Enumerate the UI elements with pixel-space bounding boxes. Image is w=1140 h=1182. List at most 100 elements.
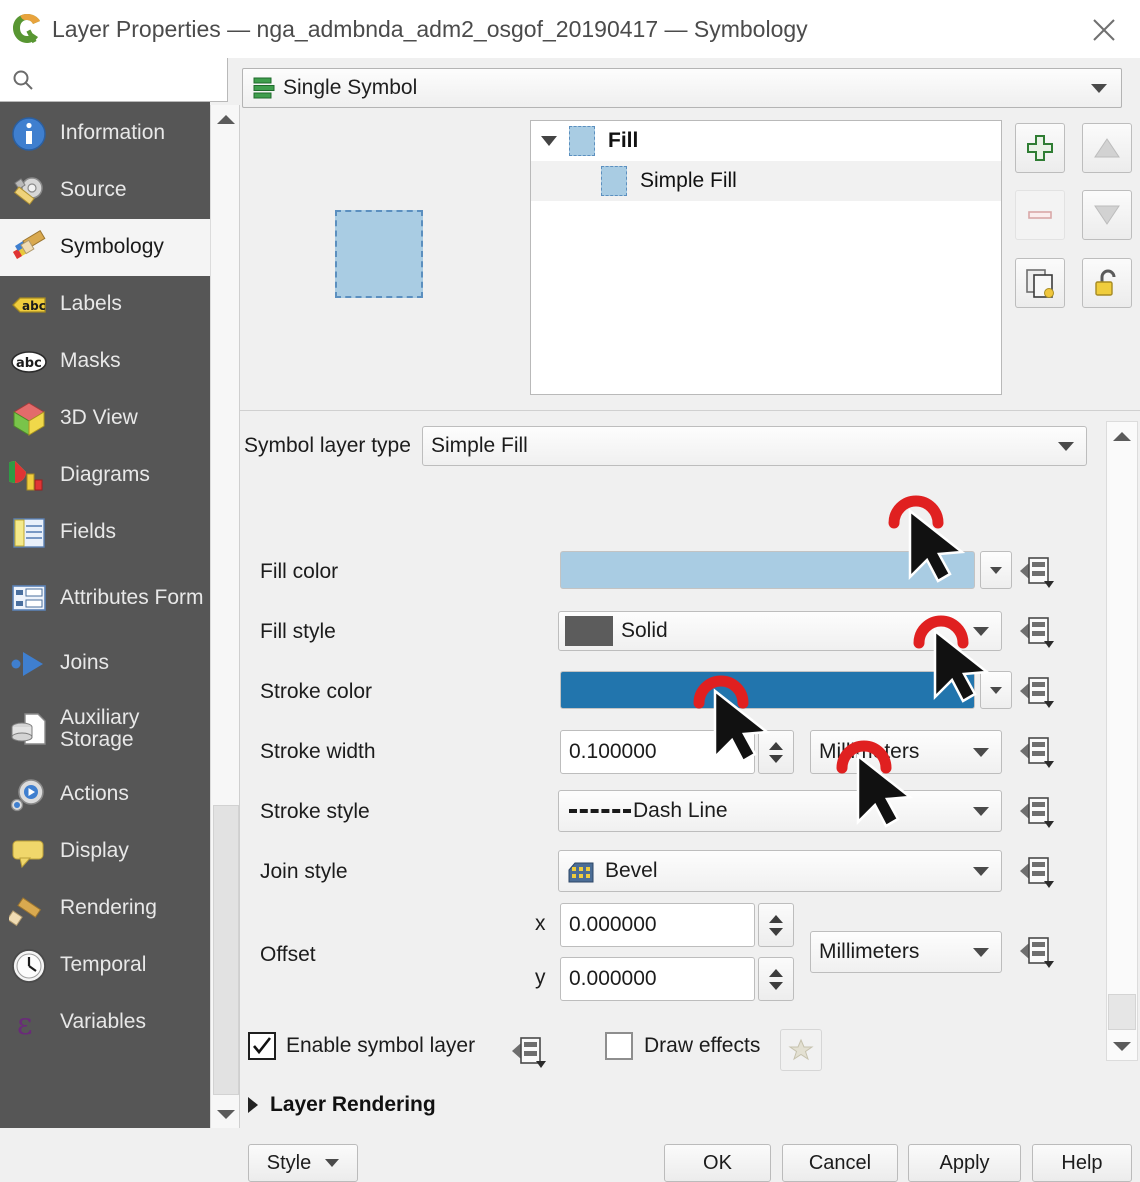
qgis-logo-icon <box>10 12 44 46</box>
offset-x-stepper[interactable] <box>758 903 794 947</box>
stroke-width-data-defined-override-button[interactable] <box>1018 734 1058 770</box>
sidebar-scrollbar[interactable] <box>210 105 240 1128</box>
chevron-down-icon <box>990 567 1002 574</box>
stroke-style-combo[interactable]: Dash Line <box>558 790 1002 832</box>
add-symbol-layer-button[interactable] <box>1015 123 1065 173</box>
fill-style-combo[interactable]: Solid <box>558 611 1002 651</box>
sidebar-item-3d-view[interactable]: 3D View <box>0 390 210 447</box>
fill-color-dropdown-button[interactable] <box>980 551 1012 589</box>
tree-row-simple-fill[interactable]: Simple Fill <box>531 161 1001 201</box>
form-scrollbar[interactable] <box>1106 421 1138 1061</box>
close-window-button[interactable] <box>1082 8 1126 52</box>
star-effects-icon <box>788 1037 814 1063</box>
stroke-width-stepper[interactable] <box>758 730 794 774</box>
tree-row-fill[interactable]: Fill <box>531 121 1001 161</box>
form-scroll-up-button[interactable] <box>1107 422 1137 450</box>
stroke-width-unit-combo[interactable]: Millimeters <box>810 730 1002 774</box>
apply-button[interactable]: Apply <box>908 1144 1021 1182</box>
dash-line-preview-icon <box>569 809 631 813</box>
join-style-data-defined-override-button[interactable] <box>1018 854 1058 890</box>
sidebar-scroll-down-button[interactable] <box>211 1100 241 1128</box>
data-defined-override-icon <box>1018 934 1058 970</box>
symbol-layer-options-row: Enable symbol layer Draw effects <box>240 1026 1140 1070</box>
fill-style-data-defined-override-button[interactable] <box>1018 614 1058 650</box>
fill-color-data-defined-override-button[interactable] <box>1018 554 1058 590</box>
stroke-color-swatch[interactable] <box>560 671 975 709</box>
plus-icon <box>1025 133 1055 163</box>
chevron-down-icon[interactable] <box>541 136 557 146</box>
sidebar-item-rendering[interactable]: Rendering <box>0 880 210 937</box>
label-stroke-style: Stroke style <box>260 800 370 824</box>
help-button[interactable]: Help <box>1032 1144 1132 1182</box>
layer-rendering-section-toggle[interactable]: Layer Rendering <box>248 1093 436 1117</box>
move-up-button[interactable] <box>1082 123 1132 173</box>
offset-y-field[interactable] <box>560 957 755 1001</box>
auxiliary-storage-icon <box>8 708 50 750</box>
ok-button[interactable]: OK <box>664 1144 771 1182</box>
style-menu-button[interactable]: Style <box>248 1144 358 1182</box>
fill-style-swatch <box>565 616 613 646</box>
apply-button-label: Apply <box>939 1152 989 1175</box>
sidebar-item-diagrams[interactable]: Diagrams <box>0 447 210 504</box>
enable-symbol-layer-data-defined-override-button[interactable] <box>510 1034 550 1070</box>
offset-x-field[interactable] <box>560 903 755 947</box>
stepper-up-icon[interactable] <box>769 742 783 750</box>
label-fill-color: Fill color <box>260 560 338 584</box>
sidebar-search-box[interactable] <box>0 58 228 102</box>
stepper-down-icon[interactable] <box>769 755 783 763</box>
symbology-panel: Single Symbol Fill Simple Fill <box>240 58 1140 1128</box>
sidebar-search-input[interactable] <box>40 66 265 94</box>
form-scroll-thumb[interactable] <box>1108 994 1136 1030</box>
sidebar-item-variables[interactable]: ε Variables <box>0 994 210 1051</box>
sidebar-item-display[interactable]: Display <box>0 823 210 880</box>
sidebar-item-source[interactable]: Source <box>0 162 210 219</box>
stepper-down-icon[interactable] <box>769 928 783 936</box>
stepper-up-icon[interactable] <box>769 969 783 977</box>
sidebar-item-joins[interactable]: Joins <box>0 635 210 692</box>
svg-text:abc: abc <box>22 299 46 313</box>
draw-effects-checkbox[interactable] <box>605 1032 633 1060</box>
sidebar-item-labels[interactable]: abc Labels <box>0 276 210 333</box>
stroke-width-input[interactable] <box>561 731 754 773</box>
offset-y-input[interactable] <box>561 958 754 1000</box>
3d-view-cube-icon <box>8 398 50 440</box>
sidebar-item-information[interactable]: Information <box>0 105 210 162</box>
move-down-button[interactable] <box>1082 190 1132 240</box>
sidebar-scroll-thumb[interactable] <box>213 805 239 1095</box>
sidebar-item-masks[interactable]: abc Masks <box>0 333 210 390</box>
stroke-width-field[interactable] <box>560 730 755 774</box>
offset-unit-combo[interactable]: Millimeters <box>810 931 1002 973</box>
sidebar-item-fields[interactable]: Fields <box>0 504 210 561</box>
sidebar-item-attributes-form[interactable]: Attributes Form <box>0 561 210 635</box>
stepper-down-icon[interactable] <box>769 982 783 990</box>
stroke-color-dropdown-button[interactable] <box>980 671 1012 709</box>
help-button-label: Help <box>1061 1152 1102 1175</box>
stepper-up-icon[interactable] <box>769 915 783 923</box>
symbol-swatch <box>569 126 595 156</box>
stroke-color-data-defined-override-button[interactable] <box>1018 674 1058 710</box>
sidebar-item-label: Symbology <box>60 236 164 258</box>
offset-data-defined-override-button[interactable] <box>1018 934 1058 970</box>
sidebar-item-auxiliary-storage[interactable]: Auxiliary Storage <box>0 692 210 766</box>
symbol-layer-type-combo[interactable]: Simple Fill <box>422 426 1087 466</box>
enable-symbol-layer-checkbox[interactable] <box>248 1032 276 1060</box>
draw-effects-settings-button[interactable] <box>780 1029 822 1071</box>
offset-x-input[interactable] <box>561 904 754 946</box>
stroke-style-data-defined-override-button[interactable] <box>1018 794 1058 830</box>
renderer-type-combo[interactable]: Single Symbol <box>242 68 1122 108</box>
sidebar-item-symbology[interactable]: Symbology <box>0 219 210 276</box>
lock-layer-button[interactable] <box>1082 258 1132 308</box>
stroke-style-value: Dash Line <box>633 799 728 823</box>
data-defined-override-icon <box>510 1034 550 1070</box>
join-style-combo[interactable]: Bevel <box>558 850 1002 892</box>
sidebar-item-actions[interactable]: Actions <box>0 766 210 823</box>
offset-y-stepper[interactable] <box>758 957 794 1001</box>
duplicate-symbol-layer-button[interactable] <box>1015 258 1065 308</box>
sidebar-item-temporal[interactable]: Temporal <box>0 937 210 994</box>
sidebar-item-label: Variables <box>60 1011 146 1033</box>
fill-color-swatch[interactable] <box>560 551 975 589</box>
sidebar-scroll-up-button[interactable] <box>211 105 241 133</box>
chevron-down-icon <box>973 867 989 876</box>
cancel-button[interactable]: Cancel <box>782 1144 898 1182</box>
remove-symbol-layer-button[interactable] <box>1015 190 1065 240</box>
